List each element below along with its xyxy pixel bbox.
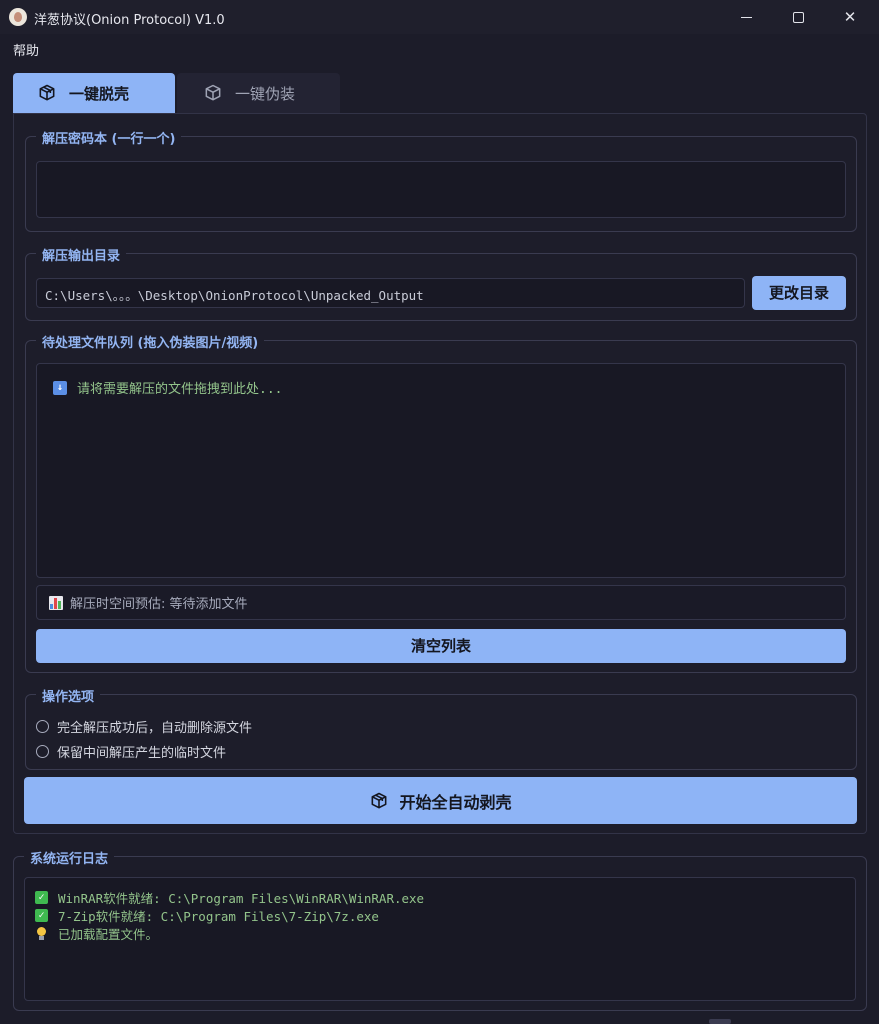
- check-icon: ✓: [35, 890, 48, 904]
- file-queue-title: 待处理文件队列 (拖入伪装图片/视频): [36, 332, 265, 351]
- password-book-title: 解压密码本 (一行一个): [36, 128, 182, 147]
- check-icon: ✓: [35, 908, 48, 922]
- output-dir-title: 解压输出目录: [36, 245, 127, 264]
- option-delete-source-radio[interactable]: [36, 720, 49, 733]
- change-dir-button[interactable]: 更改目录: [752, 276, 846, 310]
- maximize-button[interactable]: [772, 0, 824, 34]
- menu-bar: 帮助: [0, 34, 879, 62]
- minimize-button[interactable]: [720, 0, 772, 34]
- option-keep-temp-radio[interactable]: [36, 745, 49, 758]
- password-book-group: 解压密码本 (一行一个): [25, 128, 857, 232]
- system-log-area[interactable]: ✓ WinRAR软件就绪: C:\Program Files\WinRAR\Wi…: [24, 877, 856, 1001]
- box-icon: [39, 84, 55, 101]
- password-book-input[interactable]: [36, 161, 846, 218]
- minimize-icon: [740, 17, 752, 18]
- system-log-title: 系统运行日志: [24, 848, 115, 867]
- option-keep-temp[interactable]: 保留中间解压产生的临时文件: [36, 742, 226, 761]
- log-line-text: 已加载配置文件。: [58, 926, 159, 942]
- file-drop-area[interactable]: ↓ 请将需要解压的文件拖拽到此处...: [36, 363, 846, 578]
- tab-unpack[interactable]: 一键脱壳: [13, 73, 175, 113]
- close-button[interactable]: ✕: [824, 0, 876, 34]
- start-unpack-button[interactable]: 开始全自动剥壳: [24, 777, 857, 824]
- drop-hint-text: 请将需要解压的文件拖拽到此处...: [77, 382, 283, 397]
- bar-chart-icon: [49, 595, 63, 610]
- title-bar[interactable]: 洋葱协议(Onion Protocol) V1.0 ✕: [0, 0, 879, 34]
- space-estimate: 解压时空间预估: 等待添加文件: [36, 585, 846, 620]
- output-dir-group: 解压输出目录 C:\Users\。。。\Desktop\OnionProtoco…: [25, 245, 857, 321]
- close-icon: ✕: [843, 8, 857, 26]
- options-title: 操作选项: [36, 686, 101, 705]
- onion-logo-icon: [9, 8, 27, 26]
- box-icon: [372, 792, 387, 808]
- start-unpack-label: 开始全自动剥壳: [399, 792, 512, 812]
- tab-disguise[interactable]: 一键伪装: [177, 73, 340, 113]
- resize-grip[interactable]: [709, 1019, 731, 1024]
- space-estimate-text: 解压时空间预估: 等待添加文件: [70, 597, 248, 612]
- option-delete-source[interactable]: 完全解压成功后，自动删除源文件: [36, 717, 252, 736]
- log-line-text: 7-Zip软件就绪: C:\Program Files\7-Zip\7z.exe: [58, 908, 379, 924]
- app-window: 洋葱协议(Onion Protocol) V1.0 ✕ 帮助 一键脱壳 一键伪装…: [0, 0, 879, 1024]
- option-keep-temp-label: 保留中间解压产生的临时文件: [57, 746, 227, 761]
- tab-disguise-label: 一键伪装: [235, 84, 296, 103]
- menu-help[interactable]: 帮助: [13, 40, 39, 59]
- cube-icon: [205, 84, 221, 101]
- system-log-group: 系统运行日志 ✓ WinRAR软件就绪: C:\Program Files\Wi…: [13, 848, 867, 1011]
- tab-unpack-label: 一键脱壳: [69, 84, 130, 103]
- down-arrow-icon: ↓: [53, 380, 67, 395]
- options-group: 操作选项 完全解压成功后，自动删除源文件 保留中间解压产生的临时文件: [25, 686, 857, 770]
- option-delete-source-label: 完全解压成功后，自动删除源文件: [57, 721, 253, 736]
- log-line: 已加载配置文件。: [35, 924, 845, 942]
- drop-hint: ↓ 请将需要解压的文件拖拽到此处...: [53, 378, 282, 397]
- output-dir-field[interactable]: C:\Users\。。。\Desktop\OnionProtocol\Unpac…: [36, 278, 745, 308]
- clear-list-button[interactable]: 清空列表: [36, 629, 846, 663]
- bulb-icon: [35, 926, 48, 940]
- file-queue-group: 待处理文件队列 (拖入伪装图片/视频) ↓ 请将需要解压的文件拖拽到此处... …: [25, 332, 857, 673]
- log-line: ✓ WinRAR软件就绪: C:\Program Files\WinRAR\Wi…: [35, 888, 845, 906]
- unpack-panel: 解压密码本 (一行一个) 解压输出目录 C:\Users\。。。\Desktop…: [13, 113, 867, 834]
- window-title: 洋葱协议(Onion Protocol) V1.0: [34, 13, 225, 28]
- log-line-text: WinRAR软件就绪: C:\Program Files\WinRAR\WinR…: [58, 890, 425, 906]
- maximize-icon: [792, 12, 804, 23]
- log-line: ✓ 7-Zip软件就绪: C:\Program Files\7-Zip\7z.e…: [35, 906, 845, 924]
